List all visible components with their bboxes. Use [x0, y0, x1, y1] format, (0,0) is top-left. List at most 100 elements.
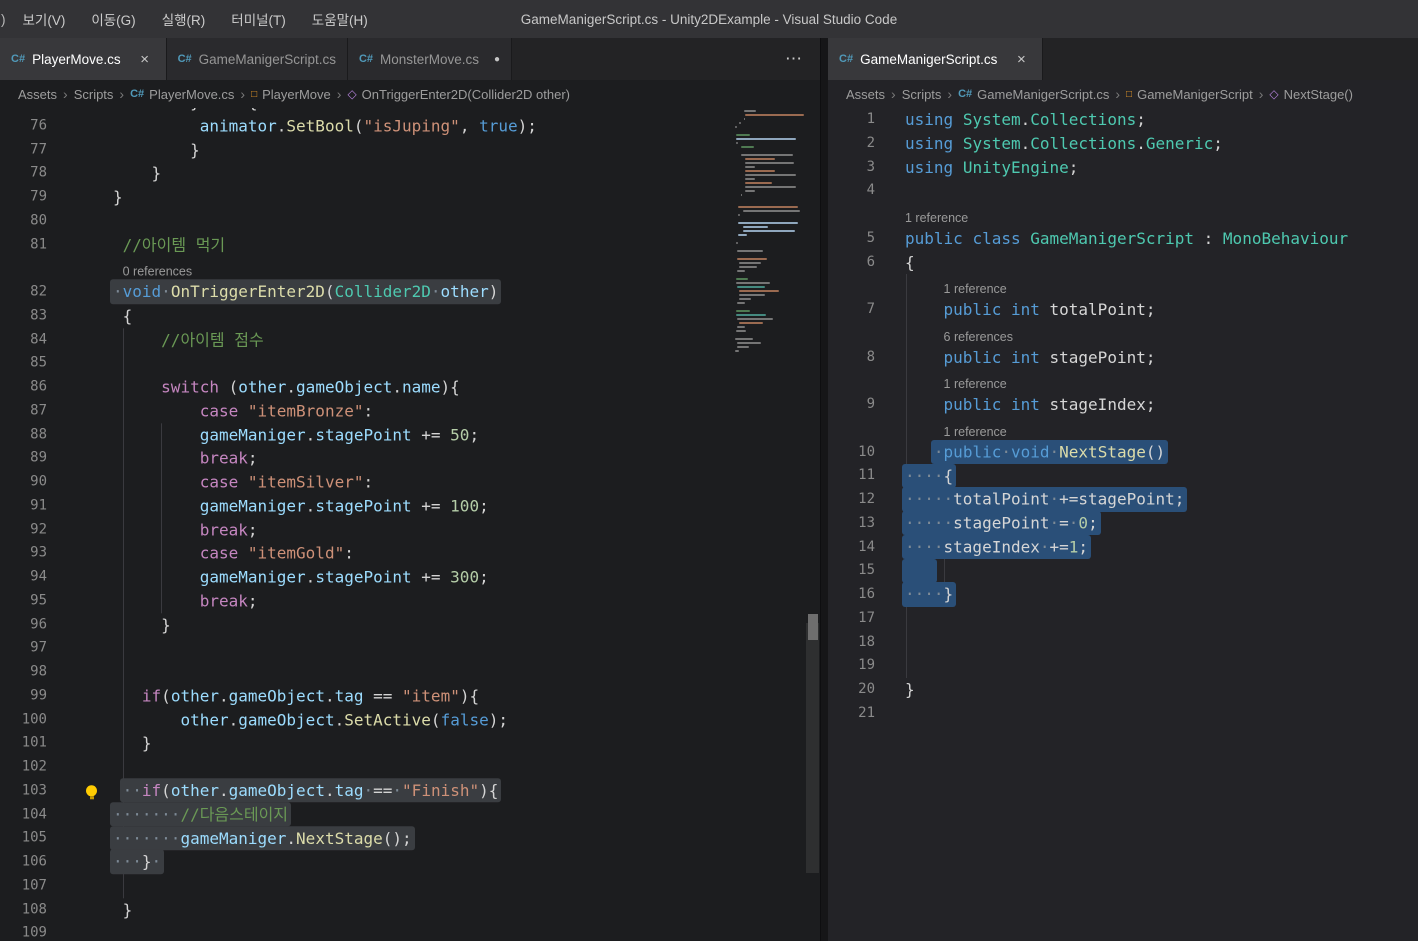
code-line-85[interactable]: 85: [0, 352, 735, 376]
breadcrumb-item-playermove[interactable]: □ PlayerMove: [249, 87, 333, 102]
code-line-1[interactable]: 1 using System.Collections;: [828, 108, 1418, 132]
code-line-19[interactable]: 19: [828, 654, 1418, 678]
code-line-101[interactable]: 101 }: [0, 732, 735, 756]
code-line-77[interactable]: 77 }: [0, 138, 735, 162]
line-number[interactable]: 93: [0, 542, 47, 566]
code-token[interactable]: public: [944, 348, 1002, 367]
line-number[interactable]: 109: [0, 922, 47, 941]
code-token[interactable]: ;: [469, 425, 479, 444]
line-number[interactable]: 3: [828, 156, 875, 180]
code-token[interactable]: [113, 330, 161, 349]
code-token[interactable]: ;: [1146, 348, 1156, 367]
code-line-93[interactable]: 93 case "itemGold":: [0, 542, 735, 566]
code-token[interactable]: }: [905, 680, 915, 699]
code-token[interactable]: .: [306, 567, 316, 586]
code-line-21[interactable]: 21: [828, 702, 1418, 726]
code-token[interactable]: other: [171, 686, 219, 705]
code-token[interactable]: [953, 158, 963, 177]
line-number[interactable]: 78: [0, 162, 47, 186]
code-line-84[interactable]: 84 //아이템 점수: [0, 328, 735, 352]
code-token[interactable]: ····: [905, 585, 944, 604]
code-token[interactable]: break: [200, 520, 248, 539]
code-token[interactable]: .: [306, 496, 316, 515]
code-token[interactable]: ····: [905, 466, 944, 485]
code-token[interactable]: =: [1059, 514, 1069, 533]
code-token[interactable]: .: [325, 686, 335, 705]
scrollbar-slider[interactable]: [806, 623, 819, 873]
close-tab-icon[interactable]: ×: [1011, 49, 1031, 69]
code-token[interactable]: .: [392, 377, 402, 396]
line-number[interactable]: 92: [0, 518, 47, 542]
line-number[interactable]: 103: [0, 779, 47, 803]
code-token[interactable]: .: [325, 781, 335, 800]
menu-help[interactable]: 도움말(H): [299, 9, 381, 29]
code-token[interactable]: ;: [1213, 134, 1223, 153]
code-token[interactable]: {: [944, 466, 954, 485]
line-number[interactable]: 106: [0, 850, 47, 874]
breadcrumb-item-playermove-cs[interactable]: C# PlayerMove.cs: [128, 87, 236, 102]
code-token[interactable]: break: [200, 591, 248, 610]
line-number[interactable]: 9: [828, 393, 875, 417]
code-token[interactable]: public: [905, 229, 963, 248]
breadcrumb-item-nextstage[interactable]: ◇ NextStage(): [1267, 87, 1355, 102]
code-token[interactable]: ·: [113, 282, 123, 301]
code-token[interactable]: else: [209, 108, 248, 111]
code-token[interactable]: [1040, 395, 1050, 414]
line-number[interactable]: 6: [828, 251, 875, 275]
line-number[interactable]: 19: [828, 654, 875, 678]
code-token[interactable]: ;: [1069, 158, 1079, 177]
line-number[interactable]: 101: [0, 732, 47, 756]
line-number[interactable]: 17: [828, 607, 875, 631]
code-line-104[interactable]: 104 ·······//다음스테이지: [0, 802, 735, 827]
code-token[interactable]: (): [1146, 443, 1165, 462]
breadcrumb-item-ontriggerenter2d-collider2d-other[interactable]: ◇ OnTriggerEnter2D(Collider2D other): [345, 87, 572, 102]
code-line-20[interactable]: 20}: [828, 678, 1418, 702]
line-number[interactable]: 102: [0, 755, 47, 779]
code-token[interactable]: totalPoint: [1050, 300, 1146, 319]
code-token[interactable]: 100: [450, 496, 479, 515]
code-token[interactable]: {: [113, 306, 133, 325]
code-token[interactable]: public: [944, 395, 1002, 414]
code-token[interactable]: stageIndex: [1050, 395, 1146, 414]
code-token[interactable]: 50: [450, 425, 469, 444]
line-number[interactable]: 95: [0, 589, 47, 613]
line-number[interactable]: 82: [0, 280, 47, 304]
code-token[interactable]: ·: [392, 781, 402, 800]
line-number[interactable]: 77: [0, 138, 47, 162]
code-token[interactable]: tag: [335, 781, 364, 800]
line-number[interactable]: 99: [0, 684, 47, 708]
code-token[interactable]: ·: [364, 781, 374, 800]
code-token[interactable]: [113, 449, 200, 468]
code-token[interactable]: }: [944, 585, 954, 604]
code-token[interactable]: }: [113, 164, 162, 183]
code-token[interactable]: //다음스테이지: [180, 805, 288, 824]
code-token[interactable]: gameObject: [238, 710, 334, 729]
line-number[interactable]: 13: [828, 512, 875, 536]
code-line-95[interactable]: 95 break;: [0, 589, 735, 613]
code-token[interactable]: ){: [460, 686, 479, 705]
code-token[interactable]: [113, 544, 200, 563]
code-token[interactable]: +=: [412, 567, 451, 586]
code-token[interactable]: ;: [479, 567, 489, 586]
code-token[interactable]: [905, 348, 944, 367]
code-token[interactable]: [113, 401, 200, 420]
code-line-16[interactable]: 16 ····}: [828, 582, 1418, 607]
code-line-105[interactable]: 105 ·······gameManiger.NextStage();: [0, 825, 735, 851]
code-token[interactable]: ··: [123, 781, 142, 800]
code-token[interactable]: [905, 395, 944, 414]
code-token[interactable]: {: [905, 253, 915, 272]
code-line-103[interactable]: 103 ··if(other.gameObject.tag·==·"Finish…: [0, 778, 735, 803]
tab-gamemanigerscript-cs[interactable]: C# GameManigerScript.cs ×: [828, 38, 1044, 80]
code-line-4[interactable]: 4: [828, 179, 1418, 203]
code-token[interactable]: ;: [1136, 110, 1146, 129]
line-number[interactable]: 88: [0, 423, 47, 447]
code-line-108[interactable]: 108 }: [0, 898, 735, 922]
code-token[interactable]: ···: [113, 852, 142, 871]
tab-playermove-cs[interactable]: C# PlayerMove.cs ×: [0, 38, 167, 80]
line-number[interactable]: 91: [0, 494, 47, 518]
right-editor[interactable]: 1 using System.Collections; 2 using System.…: [828, 108, 1418, 941]
code-token[interactable]: ·······: [113, 829, 180, 848]
code-token[interactable]: "item": [402, 686, 460, 705]
more-actions-button[interactable]: ⋯: [785, 38, 802, 80]
code-token[interactable]: }: [113, 108, 209, 111]
